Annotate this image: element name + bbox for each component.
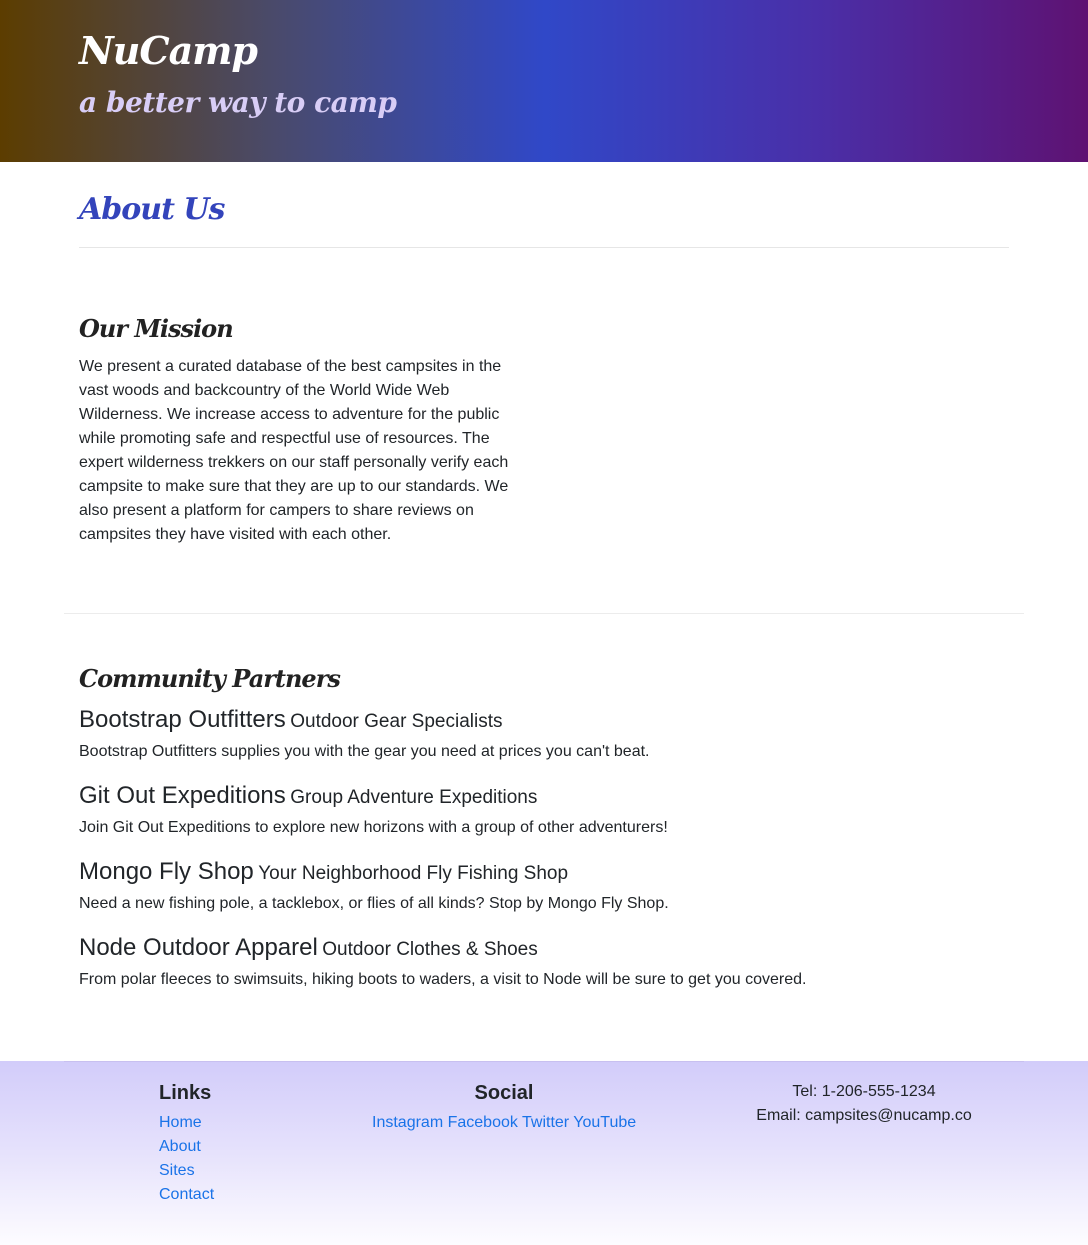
partner-description: Bootstrap Outfitters supplies you with t… <box>79 743 650 760</box>
social-heading: Social <box>474 1082 534 1104</box>
social-link-facebook[interactable]: Facebook <box>448 1114 518 1131</box>
partners-heading: Community Partners <box>79 664 341 693</box>
partner-subtitle: Outdoor Clothes & Shoes <box>322 939 538 960</box>
partner-description: From polar fleeces to swimsuits, hiking … <box>79 971 807 988</box>
footer-link-home[interactable]: Home <box>159 1114 202 1131</box>
mission-heading: Our Mission <box>79 314 234 343</box>
title-divider <box>79 247 1009 248</box>
links-list-item: Contact <box>159 1183 214 1207</box>
footer-social: Social Instagram Facebook Twitter YouTub… <box>372 1081 636 1135</box>
contact-phone: Tel: 1-206-555-1234 <box>792 1083 936 1100</box>
section-divider <box>64 613 1024 614</box>
partner-subtitle: Your Neighborhood Fly Fishing Shop <box>258 863 569 884</box>
partner-description: Join Git Out Expeditions to explore new … <box>79 819 668 836</box>
partner-item: Node Outdoor Apparel Outdoor Clothes & S… <box>79 933 1009 1009</box>
footer-divider <box>64 1061 1024 1062</box>
page-title: About Us <box>79 192 225 227</box>
partner-heading: Bootstrap Outfitters Outdoor Gear Specia… <box>79 705 1009 735</box>
social-link-instagram[interactable]: Instagram <box>372 1114 443 1131</box>
social-links: Instagram Facebook Twitter YouTube <box>372 1111 636 1135</box>
partner-name: Mongo Fly Shop <box>79 858 254 885</box>
mission-text: We present a curated database of the bes… <box>79 358 509 543</box>
footer-link-contact[interactable]: Contact <box>159 1186 214 1203</box>
partner-item: Mongo Fly Shop Your Neighborhood Fly Fis… <box>79 857 1009 933</box>
partner-heading: Mongo Fly Shop Your Neighborhood Fly Fis… <box>79 857 1009 887</box>
partner-heading: Node Outdoor Apparel Outdoor Clothes & S… <box>79 933 1009 963</box>
partner-name: Bootstrap Outfitters <box>79 706 286 733</box>
brand-title: NuCamp <box>79 28 258 73</box>
site-header: NuCamp a better way to camp <box>0 0 1088 162</box>
footer-link-about[interactable]: About <box>159 1138 201 1155</box>
partner-subtitle: Outdoor Gear Specialists <box>290 711 503 732</box>
site-footer: Links Home About Sites Contact Social In… <box>0 1061 1088 1245</box>
links-heading: Links <box>159 1082 212 1104</box>
links-list: Home About Sites Contact <box>159 1111 214 1207</box>
partner-name: Node Outdoor Apparel <box>79 934 318 961</box>
partner-name: Git Out Expeditions <box>79 782 286 809</box>
partners-list: Bootstrap Outfitters Outdoor Gear Specia… <box>79 705 1009 1009</box>
links-list-item: Home <box>159 1111 214 1135</box>
contact-email: Email: campsites@nucamp.co <box>756 1107 972 1124</box>
social-link-twitter[interactable]: Twitter <box>522 1114 569 1131</box>
footer-link-sites[interactable]: Sites <box>159 1162 195 1179</box>
partner-item: Bootstrap Outfitters Outdoor Gear Specia… <box>79 705 1009 781</box>
partner-description: Need a new fishing pole, a tacklebox, or… <box>79 895 669 912</box>
partner-subtitle: Group Adventure Expeditions <box>290 787 538 808</box>
partner-heading: Git Out Expeditions Group Adventure Expe… <box>79 781 1009 811</box>
footer-links: Links Home About Sites Contact <box>159 1081 214 1207</box>
footer-contact: Tel: 1-206-555-1234 Email: campsites@nuc… <box>740 1080 988 1128</box>
links-list-item: About <box>159 1135 214 1159</box>
partner-item: Git Out Expeditions Group Adventure Expe… <box>79 781 1009 857</box>
brand-tagline: a better way to camp <box>79 86 397 119</box>
links-list-item: Sites <box>159 1159 214 1183</box>
social-link-youtube[interactable]: YouTube <box>573 1114 636 1131</box>
